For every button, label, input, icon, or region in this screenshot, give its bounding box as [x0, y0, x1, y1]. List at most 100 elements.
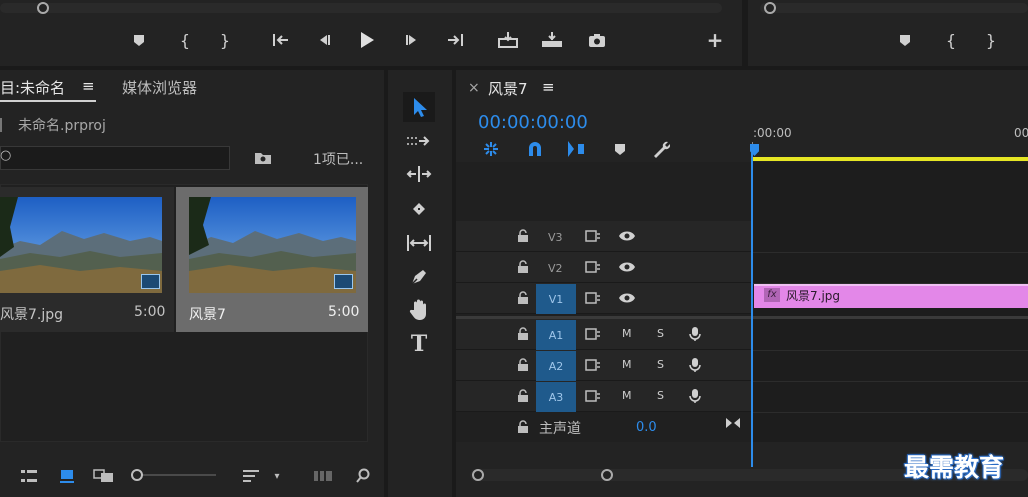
media-item-name: 风景7 [189, 307, 226, 323]
clip-name: 风景7.jpg [786, 289, 841, 303]
sequence-badge-icon [334, 274, 353, 289]
sync-lock-icon[interactable] [585, 326, 601, 342]
lock-icon[interactable] [516, 419, 530, 435]
panel-menu-icon[interactable]: ≡ [82, 77, 95, 95]
hand-tool-icon[interactable] [403, 297, 435, 323]
lock-icon[interactable] [516, 290, 530, 306]
freeform-view-icon[interactable] [92, 466, 116, 486]
watermark-text: 最需教育 [904, 453, 1005, 482]
go-to-edit-icon[interactable] [724, 415, 742, 431]
eye-icon[interactable] [618, 259, 636, 275]
track-header-v3 [456, 221, 751, 252]
track-target-a1[interactable]: A1 [536, 320, 576, 350]
scrollbar-handle-left[interactable] [472, 469, 484, 481]
linked-selection-icon[interactable] [565, 139, 587, 159]
track-target-v1[interactable]: V1 [536, 284, 576, 314]
track-target-a2[interactable]: A2 [536, 351, 576, 381]
thumbnail-landscape [189, 197, 356, 293]
thumbnail-landscape [0, 197, 162, 293]
media-item-2[interactable]: 风景7 5:00 [176, 187, 368, 332]
zoom-slider-handle[interactable] [131, 469, 143, 481]
project-search-input[interactable] [0, 146, 230, 170]
program-scrub-bar[interactable] [760, 3, 1028, 13]
close-icon[interactable]: × [468, 80, 480, 96]
snap-magnet-icon[interactable] [524, 139, 546, 159]
microphone-icon[interactable] [687, 325, 703, 343]
find-icon[interactable] [352, 465, 374, 487]
eye-icon[interactable] [618, 228, 636, 244]
slip-tool-icon[interactable] [403, 230, 435, 256]
program-mark-in-icon[interactable]: { [942, 31, 960, 50]
program-scrub-handle[interactable] [764, 2, 776, 14]
media-browser-tab[interactable]: 媒体浏览器 [122, 77, 197, 98]
play-icon[interactable] [356, 30, 378, 50]
lock-icon[interactable] [516, 259, 530, 275]
work-area-bar[interactable] [752, 157, 1028, 161]
microphone-icon[interactable] [687, 387, 703, 405]
find-bin-icon[interactable] [252, 148, 274, 168]
automate-to-sequence-icon[interactable] [312, 466, 334, 486]
list-view-icon[interactable] [18, 466, 40, 486]
mute-button[interactable]: M [622, 358, 632, 371]
track-header-a3 [456, 381, 751, 412]
sync-lock-icon[interactable] [585, 259, 601, 275]
nest-icon[interactable] [480, 139, 502, 159]
sync-lock-icon[interactable] [585, 388, 601, 404]
sync-lock-icon[interactable] [585, 357, 601, 373]
time-ruler[interactable] [752, 124, 1028, 160]
active-tab-underline [0, 100, 96, 102]
track-label-v3: V3 [548, 231, 563, 244]
mark-in-icon[interactable]: { [176, 31, 194, 50]
overwrite-icon[interactable] [540, 30, 564, 50]
lock-icon[interactable] [516, 228, 530, 244]
project-tab[interactable]: 目:未命名 [0, 77, 65, 98]
sync-lock-icon[interactable] [585, 290, 601, 306]
step-back-icon[interactable] [314, 31, 334, 49]
wrench-icon[interactable] [650, 139, 672, 159]
lock-icon[interactable] [516, 357, 530, 373]
marker-icon[interactable] [130, 31, 148, 49]
mark-out-icon[interactable]: } [216, 31, 234, 50]
solo-button[interactable]: S [657, 389, 664, 402]
video-clip[interactable]: fx 风景7.jpg [754, 284, 1028, 308]
source-scrub-bar[interactable] [0, 3, 722, 13]
track-label-v2: V2 [548, 262, 563, 275]
source-scrub-handle[interactable] [37, 2, 49, 14]
program-mark-out-icon[interactable]: } [982, 31, 1000, 50]
step-forward-icon[interactable] [402, 31, 422, 49]
go-to-out-icon[interactable] [444, 31, 466, 49]
media-item-1[interactable]: 风景7.jpg 5:00 [0, 187, 174, 332]
lock-icon[interactable] [516, 388, 530, 404]
add-marker-icon[interactable] [610, 139, 630, 159]
sequence-tab-name[interactable]: 风景7 [488, 78, 528, 99]
insert-icon[interactable] [496, 30, 520, 50]
type-tool-icon[interactable]: T [403, 331, 435, 357]
scrollbar-handle-right[interactable] [601, 469, 613, 481]
master-volume-value[interactable]: 0.0 [636, 420, 657, 435]
mute-button[interactable]: M [622, 327, 632, 340]
sort-icon[interactable] [240, 466, 262, 486]
sync-lock-icon[interactable] [585, 228, 601, 244]
program-marker-icon[interactable] [896, 31, 914, 49]
razor-tool-icon[interactable] [403, 196, 435, 222]
microphone-icon[interactable] [687, 356, 703, 374]
add-button-icon[interactable]: + [704, 28, 726, 52]
solo-button[interactable]: S [657, 327, 664, 340]
timecode-display[interactable]: 00:00:00:00 [478, 112, 588, 133]
solo-button[interactable]: S [657, 358, 664, 371]
camera-icon[interactable] [586, 30, 608, 50]
icon-view-icon[interactable] [56, 466, 78, 486]
go-to-in-icon[interactable] [270, 31, 292, 49]
eye-icon[interactable] [618, 290, 636, 306]
timeline-menu-icon[interactable]: ≡ [542, 78, 555, 96]
track-select-tool-icon[interactable] [403, 128, 435, 154]
track-target-a3[interactable]: A3 [536, 382, 576, 412]
zoom-slider-track[interactable] [140, 474, 216, 476]
mute-button[interactable]: M [622, 389, 632, 402]
ripple-edit-tool-icon[interactable] [403, 161, 435, 187]
lock-icon[interactable] [516, 326, 530, 342]
chevron-down-icon[interactable]: ▾ [270, 466, 284, 486]
selection-tool-icon[interactable] [403, 92, 435, 122]
pen-tool-icon[interactable] [403, 264, 435, 290]
fx-badge[interactable]: fx [764, 288, 780, 302]
